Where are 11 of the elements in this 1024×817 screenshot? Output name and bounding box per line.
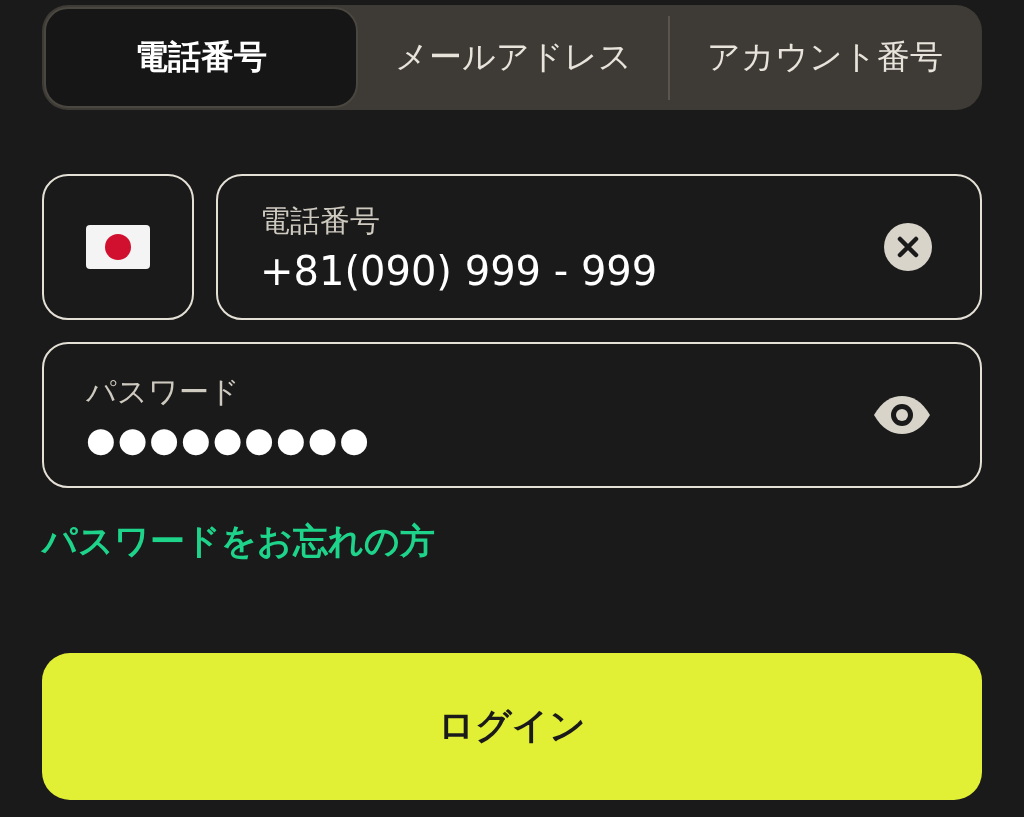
tab[interactable]: 電話番号 <box>44 7 358 108</box>
tab[interactable]: メールアドレス <box>358 7 668 108</box>
japan-flag-icon <box>86 225 150 269</box>
country-selector[interactable] <box>42 174 194 320</box>
password-field[interactable]: パスワード ●●●●●●●●● <box>42 342 982 488</box>
eye-icon[interactable] <box>872 395 932 435</box>
clear-icon[interactable] <box>884 223 932 271</box>
phone-field[interactable]: 電話番号 +81(090) 999 - 999 <box>216 174 982 320</box>
forgot-password-link[interactable]: パスワードをお忘れの方 <box>42 518 435 565</box>
tab[interactable]: アカウント番号 <box>670 7 980 108</box>
login-button[interactable]: ログイン <box>42 653 982 800</box>
